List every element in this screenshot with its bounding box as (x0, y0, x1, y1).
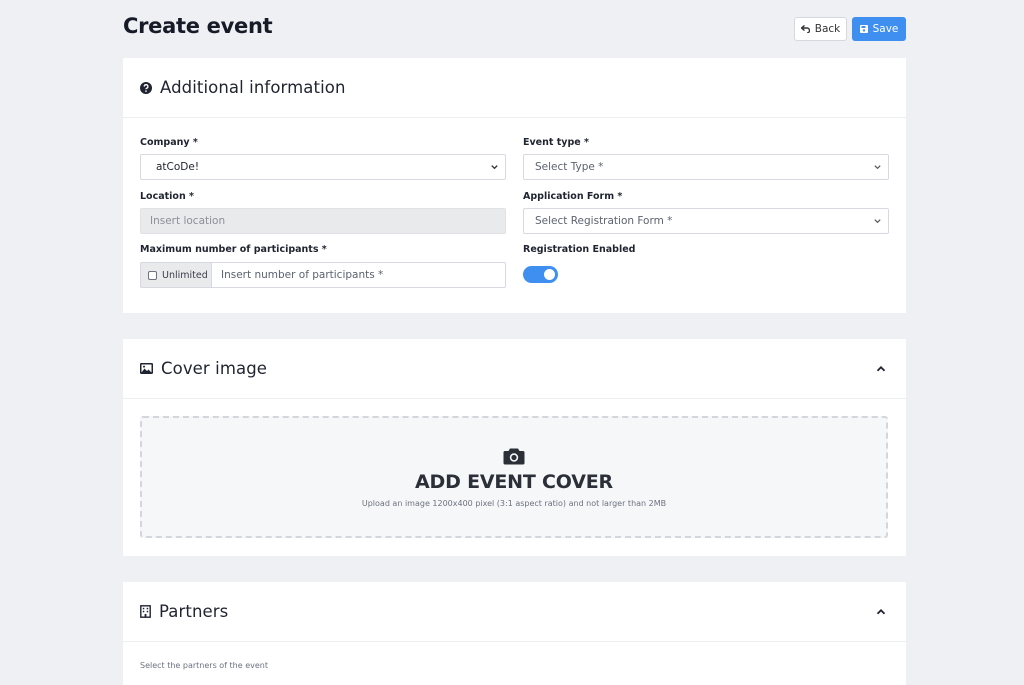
location-placeholder: Insert location (150, 215, 226, 227)
building-icon (140, 605, 151, 618)
company-select[interactable]: atCoDe! (140, 154, 506, 180)
image-icon (140, 363, 153, 374)
unlimited-label: Unlimited (162, 269, 208, 281)
partners-header[interactable]: Partners (123, 582, 906, 642)
additional-info-card: Additional information Company * atCoDe!… (123, 58, 906, 313)
unlimited-checkbox[interactable] (148, 270, 157, 280)
application-form-select[interactable]: Select Registration Form * (523, 208, 889, 234)
company-value: atCoDe! (156, 161, 200, 173)
chevron-up-icon[interactable] (876, 364, 886, 374)
application-form-label: Application Form * (523, 191, 623, 202)
page-title: Create event (123, 14, 273, 38)
additional-info-header: Additional information (123, 58, 906, 118)
unlimited-checkbox-group[interactable]: Unlimited (140, 262, 212, 288)
chevron-down-icon (874, 165, 881, 170)
registration-toggle[interactable] (523, 266, 558, 283)
camera-icon (503, 448, 525, 464)
application-form-placeholder: Select Registration Form * (535, 215, 673, 227)
partners-card: Partners Select the partners of the even… (123, 582, 906, 685)
toggle-knob (544, 269, 555, 280)
question-circle-icon (140, 81, 152, 94)
event-type-select[interactable]: Select Type * (523, 154, 889, 180)
add-cover-title: ADD EVENT COVER (415, 470, 613, 493)
max-participants-label: Maximum number of participants * (140, 244, 327, 255)
cover-image-card: Cover image ADD EVENT COVER Upload an im… (123, 339, 906, 556)
chevron-down-icon (491, 165, 498, 170)
back-button-label: Back (814, 23, 841, 35)
location-input[interactable]: Insert location (140, 208, 506, 234)
event-type-placeholder: Select Type * (535, 161, 604, 173)
save-button-label: Save (872, 23, 899, 35)
back-button[interactable]: Back (794, 17, 847, 41)
partners-title: Partners (159, 602, 229, 621)
cover-image-title: Cover image (161, 359, 268, 378)
cover-image-header[interactable]: Cover image (123, 339, 906, 399)
add-cover-hint: Upload an image 1200x400 pixel (3:1 aspe… (361, 498, 667, 508)
partners-hint: Select the partners of the event (140, 661, 269, 670)
max-participants-placeholder: Insert number of participants * (221, 269, 384, 281)
location-label: Location * (140, 191, 194, 202)
chevron-up-icon[interactable] (876, 607, 886, 617)
floppy-disk-icon (859, 25, 868, 33)
cover-dropzone[interactable]: ADD EVENT COVER Upload an image 1200x400… (140, 416, 888, 538)
chevron-down-icon (874, 219, 881, 224)
save-button[interactable]: Save (852, 17, 906, 41)
undo-arrow-icon (800, 25, 810, 33)
company-label: Company * (140, 137, 198, 148)
max-participants-input[interactable]: Insert number of participants * (211, 262, 506, 288)
additional-info-title: Additional information (160, 78, 346, 97)
registration-enabled-label: Registration Enabled (523, 244, 636, 255)
event-type-label: Event type * (523, 137, 589, 148)
